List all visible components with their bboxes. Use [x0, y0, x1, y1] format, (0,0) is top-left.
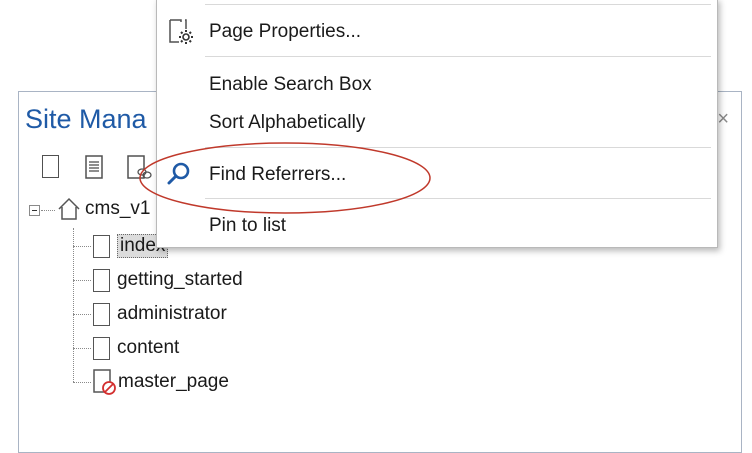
- page-link-icon[interactable]: [127, 155, 153, 186]
- close-icon[interactable]: ×: [717, 108, 729, 131]
- collapse-toggle[interactable]: [29, 205, 40, 216]
- tree-item-label: administrator: [117, 303, 227, 324]
- menu-item-label: Sort Alphabetically: [209, 112, 366, 133]
- tree-connector: [73, 314, 91, 315]
- page-text-icon[interactable]: [85, 155, 103, 184]
- menu-item-label: Pin to list: [209, 215, 287, 236]
- menu-separator: [205, 147, 711, 148]
- tree-item-label: getting_started: [117, 269, 243, 290]
- tree-root[interactable]: cms_v1: [57, 196, 150, 222]
- menu-separator: [205, 56, 711, 57]
- menu-item-find-referrers[interactable]: Find Referrers...: [157, 156, 717, 194]
- tree-item-master-page[interactable]: master_page: [93, 369, 229, 395]
- menu-item-page-properties[interactable]: Page Properties...: [157, 13, 717, 51]
- search-icon: [167, 162, 190, 185]
- menu-item-pin-to-list[interactable]: Pin to list: [157, 207, 717, 245]
- tree-item-label: content: [117, 337, 180, 358]
- home-icon: [58, 197, 80, 220]
- tree-connector: [73, 382, 91, 383]
- panel-title: Site Mana: [25, 104, 147, 134]
- menu-item-label: Enable Search Box: [209, 74, 372, 95]
- menu-item-enable-search-box[interactable]: Enable Search Box: [157, 66, 717, 104]
- tree-item-label: master_page: [118, 371, 229, 392]
- page-icon: [93, 336, 110, 360]
- page-icon: [93, 234, 110, 258]
- page-settings-icon: [169, 19, 193, 44]
- tree-root-label: cms_v1: [85, 198, 151, 219]
- menu-item-label: Page Properties...: [209, 21, 362, 42]
- menu-separator: [205, 4, 711, 5]
- page-blocked-icon: [93, 369, 116, 395]
- tree-item-getting-started[interactable]: getting_started: [93, 267, 243, 293]
- tree-connector: [73, 228, 74, 382]
- tree-connector: [73, 246, 91, 247]
- menu-item-label: Find Referrers...: [209, 164, 347, 185]
- tree-item-content[interactable]: content: [93, 335, 179, 361]
- tree-connector: [73, 348, 91, 349]
- page-icon: [93, 302, 110, 326]
- tree-connector: [41, 210, 55, 211]
- tree-item-administrator[interactable]: administrator: [93, 301, 227, 327]
- menu-separator: [205, 198, 711, 199]
- tree-connector: [73, 280, 91, 281]
- new-page-icon[interactable]: [42, 155, 59, 178]
- context-menu: Page Properties... Enable Search Box Sor…: [156, 0, 718, 248]
- page-icon: [93, 268, 110, 292]
- menu-item-sort-alphabetically[interactable]: Sort Alphabetically: [157, 104, 717, 142]
